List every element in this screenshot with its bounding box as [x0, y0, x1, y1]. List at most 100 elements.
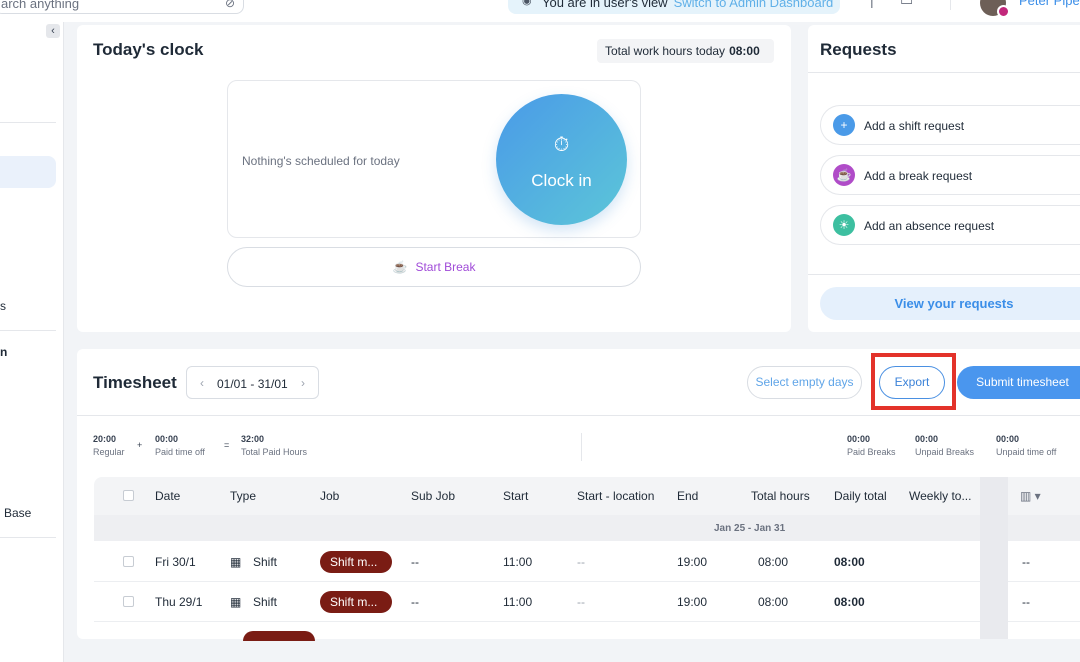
clock-title: Today's clock: [93, 40, 204, 59]
coffee-icon: ☕: [833, 164, 855, 186]
summary-unpaid-breaks: 00:00 Unpaid Breaks: [915, 433, 974, 459]
requests-card: Requests + Add a shift request ☕ Add a b…: [808, 25, 1080, 332]
sidebar-item-label[interactable]: s: [0, 299, 6, 313]
clock-in-label: Clock in: [531, 171, 592, 190]
add-break-request-button[interactable]: ☕ Add a break request: [820, 155, 1080, 195]
plus-icon: +: [137, 440, 143, 450]
collapse-sidebar-button[interactable]: ‹: [46, 24, 60, 38]
cell-total-hours: 08:00: [758, 555, 789, 569]
summary-divider: [581, 433, 582, 461]
table-row-extra: --: [1008, 542, 1080, 582]
export-button[interactable]: Export: [879, 366, 945, 399]
coffee-icon: ☕: [392, 260, 408, 274]
divider: [808, 72, 1080, 73]
table-row-extra: --: [1008, 582, 1080, 622]
column-header-daily-total[interactable]: Daily total: [834, 489, 887, 503]
job-pill-partial: [243, 631, 315, 641]
column-header-sub-job[interactable]: Sub Job: [411, 489, 455, 503]
week-group-label: Jan 25 - Jan 31: [714, 523, 786, 534]
add-absence-request-button[interactable]: ☀ Add an absence request: [820, 205, 1080, 245]
cell-type: Shift: [253, 555, 278, 569]
summary-value: 00:00: [847, 434, 871, 444]
summary-value: 20:00: [93, 434, 117, 444]
job-pill[interactable]: Shift m...: [320, 551, 392, 573]
start-break-label: Start Break: [415, 260, 476, 274]
total-hours-value: 08:00: [729, 44, 760, 58]
summary-label: Total Paid Hours: [241, 447, 308, 457]
select-empty-days-button[interactable]: Select empty days: [747, 366, 862, 399]
user-name[interactable]: Peter Piper: [1019, 0, 1080, 8]
cell-date: Thu 29/1: [155, 595, 203, 609]
summary-value: 00:00: [155, 434, 179, 444]
column-header-end[interactable]: End: [677, 489, 698, 503]
add-shift-request-button[interactable]: + Add a shift request: [820, 105, 1080, 145]
divider: [77, 415, 1080, 416]
column-header-start-location[interactable]: Start - location: [577, 489, 654, 503]
date-range-picker[interactable]: ‹ 01/01 - 31/01 ›: [186, 366, 319, 399]
week-group-row: Jan 25 - Jan 31: [94, 515, 1080, 541]
start-break-button[interactable]: ☕ Start Break: [227, 247, 641, 287]
banner-text: You are in user's view: [542, 0, 668, 10]
column-settings-icon[interactable]: ▥ ▾: [1020, 489, 1041, 503]
row-checkbox[interactable]: [123, 556, 134, 567]
weekly-total-column: [980, 477, 1008, 639]
total-hours-badge: Total work hours today 08:00: [597, 39, 774, 63]
cell-start[interactable]: 11:00: [503, 595, 532, 609]
submit-timesheet-button[interactable]: Submit timesheet: [957, 366, 1080, 399]
summary-label: Paid time off: [155, 447, 205, 457]
cell-type: Shift: [253, 595, 278, 609]
column-header-start[interactable]: Start: [503, 489, 528, 503]
divider: [808, 274, 1080, 275]
column-header-total-hours[interactable]: Total hours: [751, 489, 810, 503]
cell-total-hours: 08:00: [758, 595, 789, 609]
total-hours-label: Total work hours today: [605, 44, 726, 58]
next-range-icon[interactable]: ›: [301, 376, 305, 390]
requests-title: Requests: [820, 40, 897, 59]
search-input[interactable]: arch anything ⊘: [0, 0, 244, 14]
todays-clock-card: Today's clock Total work hours today 08:0…: [77, 25, 791, 332]
cell-end[interactable]: 19:00: [677, 555, 707, 569]
table-row[interactable]: Thu 29/1 ▦ Shift Shift m... -- 11:00 -- …: [94, 582, 980, 622]
clock-in-button[interactable]: ⏱ Clock in: [496, 94, 627, 225]
request-label: Add a break request: [864, 169, 973, 183]
column-header-date[interactable]: Date: [155, 489, 180, 503]
sidebar-item-label[interactable]: Base: [4, 506, 31, 520]
summary-label: Regular: [93, 447, 125, 457]
cell-daily-total: 08:00: [834, 595, 865, 609]
cell-start[interactable]: 11:00: [503, 555, 532, 569]
equals-icon: =: [224, 440, 230, 450]
search-clear-icon[interactable]: ⊘: [225, 0, 235, 10]
request-label: Add an absence request: [864, 219, 995, 233]
switch-dashboard-link[interactable]: Switch to Admin Dashboard: [674, 0, 834, 10]
job-pill[interactable]: Shift m...: [320, 591, 392, 613]
summary-regular: 20:00 Regular: [93, 433, 125, 459]
summary-label: Unpaid time off: [996, 447, 1057, 457]
cell-end[interactable]: 19:00: [677, 595, 707, 609]
timesheet-card: Timesheet ‹ 01/01 - 31/01 › Select empty…: [77, 349, 1080, 639]
table-row[interactable]: Fri 30/1 ▦ Shift Shift m... -- 11:00 -- …: [94, 542, 980, 582]
sidebar-item-active[interactable]: [0, 156, 56, 188]
sidebar-divider: [0, 537, 56, 538]
avatar[interactable]: [980, 0, 1010, 18]
sidebar: ‹ s n Base: [0, 22, 64, 662]
column-header-type[interactable]: Type: [230, 489, 256, 503]
column-header-job[interactable]: Job: [320, 489, 339, 503]
notification-icon[interactable]: |: [870, 0, 874, 8]
row-checkbox[interactable]: [123, 596, 134, 607]
date-range-value: 01/01 - 31/01: [217, 377, 288, 391]
select-all-checkbox[interactable]: [123, 490, 134, 501]
summary-value: 00:00: [915, 434, 939, 444]
sidebar-item-label[interactable]: n: [0, 345, 7, 359]
cell-daily-total: 08:00: [834, 555, 865, 569]
timesheet-title: Timesheet: [93, 373, 177, 392]
cell-extra: --: [1022, 555, 1030, 569]
prev-range-icon[interactable]: ‹: [200, 376, 204, 390]
chat-icon[interactable]: ▭: [900, 0, 913, 9]
column-header-weekly-total[interactable]: Weekly to...: [909, 489, 971, 503]
topbar-divider: [950, 0, 951, 10]
search-placeholder: arch anything: [1, 0, 80, 11]
plus-icon: +: [833, 114, 855, 136]
cell-extra: --: [1022, 595, 1030, 609]
view-banner: ◉ You are in user's view Switch to Admin …: [508, 0, 840, 14]
view-requests-button[interactable]: View your requests: [820, 287, 1080, 320]
